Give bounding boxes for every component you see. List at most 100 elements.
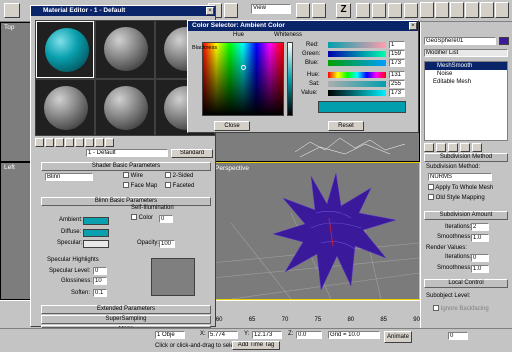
- utilities-tab[interactable]: [495, 2, 509, 18]
- local-control-rollout[interactable]: Local Control: [424, 279, 508, 288]
- command-panel-tabs[interactable]: [420, 2, 510, 20]
- toolbar-button-6[interactable]: [356, 3, 370, 18]
- get-material-button[interactable]: [35, 138, 44, 147]
- color-selector-close-icon[interactable]: ×: [409, 22, 417, 30]
- render-iterations-field[interactable]: 0: [471, 254, 489, 262]
- stack-item-meshsmooth[interactable]: MeshSmooth: [425, 62, 507, 70]
- shader-dropdown[interactable]: Blinn: [45, 173, 93, 181]
- opacity-field[interactable]: 100: [159, 240, 175, 248]
- sample-slot-active[interactable]: [36, 21, 94, 78]
- sample-slot[interactable]: [36, 80, 94, 135]
- stack-item-noise[interactable]: Noise: [425, 70, 507, 78]
- extended-parameters-rollout[interactable]: Extended Parameters: [41, 305, 211, 314]
- configure-button[interactable]: [472, 143, 482, 152]
- face-map-option[interactable]: Face Map: [123, 182, 157, 190]
- ambient-color-swatch[interactable]: [83, 217, 109, 225]
- hierarchy-tab[interactable]: [450, 2, 464, 18]
- z-icon[interactable]: Z: [336, 3, 351, 18]
- show-end-result-button[interactable]: [436, 143, 446, 152]
- sample-slot[interactable]: [96, 80, 154, 135]
- glossiness-field[interactable]: 10: [93, 277, 107, 285]
- display-tab[interactable]: [480, 2, 494, 18]
- toolbar-button-3[interactable]: [224, 3, 238, 18]
- green-field[interactable]: 159: [389, 50, 405, 58]
- old-style-mapping-checkbox[interactable]: [428, 194, 434, 201]
- self-illum-color-checkbox[interactable]: [131, 214, 137, 221]
- maps-rollout[interactable]: Maps: [41, 325, 211, 328]
- object-name-field[interactable]: GeoSphere01: [424, 37, 496, 45]
- meshsmooth-object[interactable]: [271, 168, 401, 293]
- shader-basic-parameters-rollout[interactable]: Shader Basic Parameters: [41, 162, 211, 171]
- material-effects-channel-button[interactable]: [105, 138, 114, 147]
- green-slider[interactable]: [328, 51, 386, 57]
- specular-color-swatch[interactable]: [83, 240, 109, 248]
- self-illum-color-option[interactable]: Color: [131, 214, 153, 222]
- sample-slot[interactable]: [96, 21, 154, 78]
- hue-slider[interactable]: [328, 72, 386, 78]
- sat-field[interactable]: 255: [389, 80, 405, 88]
- blue-field[interactable]: 173: [389, 59, 405, 67]
- value-field[interactable]: 173: [389, 89, 405, 97]
- toolbar-button-8[interactable]: [388, 3, 402, 18]
- ignore-backfacing-checkbox[interactable]: [433, 305, 439, 312]
- close-button[interactable]: Close: [214, 121, 250, 131]
- reset-button[interactable]: Reset: [328, 121, 364, 131]
- self-illum-value-field[interactable]: 0: [159, 215, 173, 223]
- ignore-backfacing-option[interactable]: Ignore Backfacing: [433, 305, 489, 313]
- y-coordinate[interactable]: 12.173: [252, 331, 282, 339]
- toolbar-button-5[interactable]: [312, 3, 326, 18]
- two-sided-option[interactable]: 2-Sided: [165, 172, 193, 180]
- add-time-tag-button[interactable]: Add Time Tag: [232, 341, 280, 350]
- make-unique-button[interactable]: [448, 143, 458, 152]
- whiteness-slider[interactable]: [287, 42, 293, 116]
- hue-saturation-picker[interactable]: [202, 42, 284, 116]
- put-to-library-button[interactable]: [95, 138, 104, 147]
- old-style-mapping-option[interactable]: Old Style Mapping: [428, 194, 485, 202]
- soften-field[interactable]: 0.1: [93, 289, 107, 297]
- perspective-viewport[interactable]: Perspective: [210, 162, 420, 300]
- toolbar-button-7[interactable]: [372, 3, 386, 18]
- red-slider[interactable]: [328, 42, 386, 48]
- smoothness-field[interactable]: 1.0: [471, 234, 489, 242]
- remove-modifier-button[interactable]: [460, 143, 470, 152]
- material-editor-close-icon[interactable]: ×: [206, 7, 214, 15]
- render-smoothness-field[interactable]: 1.0: [471, 265, 489, 273]
- toolbar-button-1[interactable]: [4, 3, 20, 18]
- red-field[interactable]: 1: [389, 41, 405, 49]
- view-dropdown[interactable]: View: [251, 4, 291, 14]
- apply-whole-mesh-checkbox[interactable]: [428, 184, 434, 191]
- faceted-option[interactable]: Faceted: [165, 182, 194, 190]
- hue-field[interactable]: 131: [389, 71, 405, 79]
- faceted-checkbox[interactable]: [165, 182, 171, 189]
- create-tab[interactable]: [420, 2, 434, 18]
- toolbar-button-4[interactable]: [296, 3, 310, 18]
- pin-stack-button[interactable]: [424, 143, 434, 152]
- face-map-checkbox[interactable]: [123, 182, 129, 189]
- wire-option[interactable]: Wire: [123, 172, 143, 180]
- diffuse-color-swatch[interactable]: [83, 229, 109, 237]
- iterations-field[interactable]: 2: [471, 223, 489, 231]
- x-coordinate[interactable]: 5.774: [208, 331, 238, 339]
- modifier-list-dropdown[interactable]: Modifier List: [424, 49, 508, 57]
- material-name-field[interactable]: 1 - Default: [86, 149, 168, 157]
- toolbar-button-9[interactable]: [404, 3, 418, 18]
- sat-slider[interactable]: [328, 81, 386, 87]
- subdivision-amount-rollout[interactable]: Subdivision Amount: [424, 211, 508, 220]
- assign-material-button[interactable]: [55, 138, 64, 147]
- blinn-basic-parameters-rollout[interactable]: Blinn Basic Parameters: [41, 197, 211, 206]
- put-to-scene-button[interactable]: [45, 138, 54, 147]
- motion-tab[interactable]: [465, 2, 479, 18]
- modifier-stack[interactable]: MeshSmooth Noise Editable Mesh: [424, 61, 508, 141]
- object-color-swatch[interactable]: [499, 37, 509, 45]
- apply-whole-mesh-option[interactable]: Apply To Whole Mesh: [428, 184, 493, 192]
- z-coordinate[interactable]: 0.0: [296, 331, 322, 339]
- reset-map-button[interactable]: [65, 138, 74, 147]
- current-frame[interactable]: 0: [448, 332, 468, 340]
- modify-tab[interactable]: [435, 2, 449, 18]
- subdivision-method-rollout[interactable]: Subdivision Method: [424, 153, 508, 162]
- material-type-button[interactable]: Standard: [171, 149, 213, 158]
- wire-checkbox[interactable]: [123, 172, 129, 179]
- unique-button[interactable]: [85, 138, 94, 147]
- two-sided-checkbox[interactable]: [165, 172, 171, 179]
- copy-material-button[interactable]: [75, 138, 84, 147]
